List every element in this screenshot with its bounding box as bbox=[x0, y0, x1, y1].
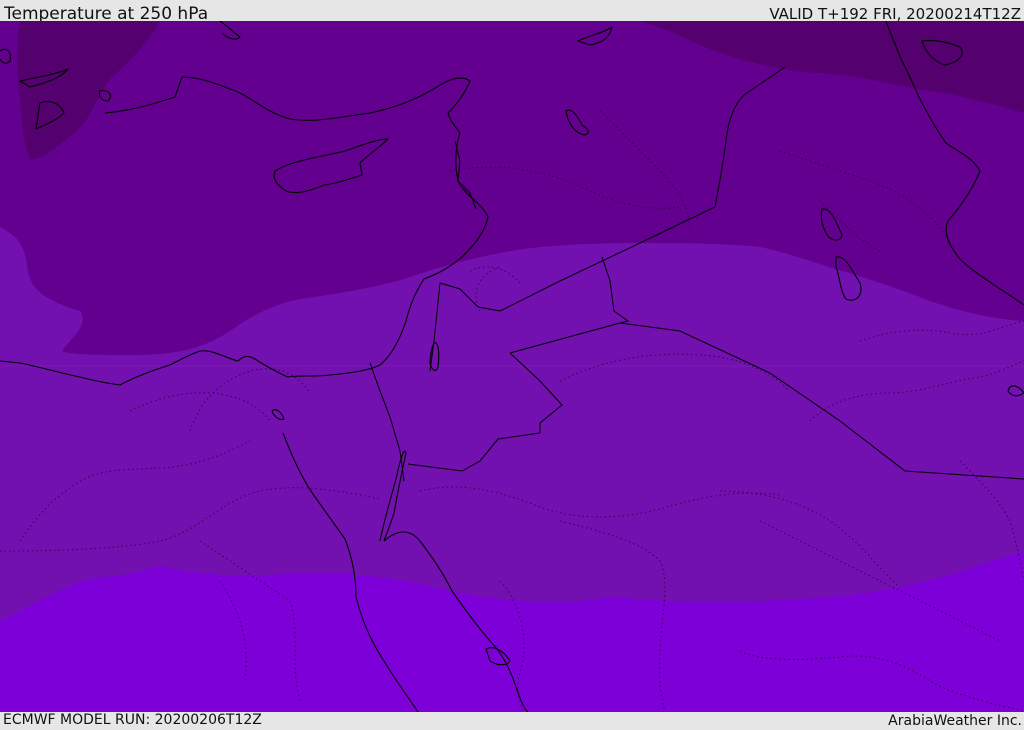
header-bar: Temperature at 250 hPa VALID T+192 FRI, … bbox=[0, 0, 1024, 24]
temperature-map[interactable] bbox=[0, 21, 1024, 712]
footer-bar: ECMWF MODEL RUN: 20200206T12Z ArabiaWeat… bbox=[0, 712, 1024, 729]
credit-text: ArabiaWeather Inc. bbox=[888, 713, 1022, 729]
model-run: ECMWF MODEL RUN: 20200206T12Z bbox=[3, 712, 262, 728]
